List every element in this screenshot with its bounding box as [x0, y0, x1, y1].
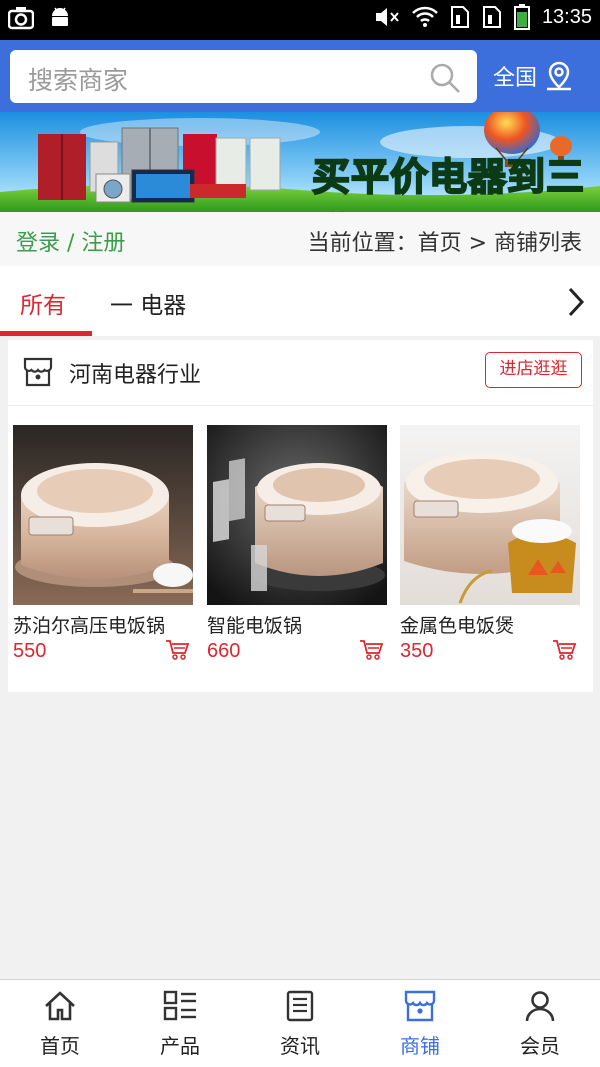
banner-title: 买平价电器到三联	[311, 154, 586, 212]
user-icon	[525, 991, 555, 1022]
product-name[interactable]: 智能电饭锅	[207, 611, 387, 638]
breadcrumb: 当前位置：首页 > 商铺列表	[307, 231, 582, 256]
chevron-right-icon[interactable]	[566, 286, 586, 318]
grid-list-icon	[163, 990, 196, 1021]
wifi-icon	[412, 6, 438, 27]
cart-icon[interactable]	[552, 639, 576, 661]
nav-products[interactable]: 产品	[120, 990, 240, 1059]
nav-home[interactable]: 首页	[0, 990, 120, 1059]
nav-label: 资讯	[280, 1034, 320, 1058]
status-bar: 13:35	[0, 0, 600, 40]
login-register-link[interactable]: 登录 / 注册	[16, 225, 125, 257]
product-card[interactable]: 苏泊尔高压电饭锅 550	[13, 425, 193, 663]
nav-label: 会员	[520, 1034, 560, 1058]
sim-card-icon	[482, 6, 501, 28]
clock: 13:35	[541, 5, 592, 28]
battery-icon	[513, 4, 530, 30]
product-name[interactable]: 苏泊尔高压电饭锅	[13, 611, 193, 638]
news-icon	[286, 990, 314, 1022]
nav-news[interactable]: 资讯	[240, 990, 360, 1059]
search-icon[interactable]	[429, 62, 461, 94]
product-name[interactable]: 金属色电饭煲	[400, 611, 580, 638]
promo-banner[interactable]: 买平价电器到三联	[0, 112, 600, 212]
nav-label: 首页	[40, 1034, 80, 1058]
store-icon	[23, 357, 53, 387]
store-icon	[404, 990, 436, 1022]
product-card[interactable]: 智能电饭锅 660	[207, 425, 387, 663]
active-tab-indicator	[0, 331, 92, 336]
product-image[interactable]	[400, 425, 580, 605]
sim-card-icon	[450, 6, 469, 28]
region-label: 全国	[493, 66, 538, 91]
search-input[interactable]: 搜索商家	[28, 61, 128, 97]
android-icon	[52, 7, 68, 26]
header: 搜索商家 全国	[0, 40, 600, 112]
nav-label: 商铺	[400, 1034, 440, 1058]
cart-icon[interactable]	[359, 639, 383, 661]
bottom-nav: 首页 产品 资讯 商铺 会员	[0, 979, 600, 1067]
mute-icon	[375, 8, 399, 26]
visit-shop-button[interactable]: 进店逛逛	[485, 352, 582, 388]
tab-appliances[interactable]: 一 电器	[110, 286, 186, 320]
region-selector[interactable]: 全国	[493, 60, 575, 92]
product-image[interactable]	[13, 425, 193, 605]
tab-all[interactable]: 所有	[20, 286, 66, 320]
location-pin-icon	[547, 61, 572, 91]
shop-card: 河南电器行业 进店逛逛 苏泊尔高压电饭锅 550 智能电饭锅 660 金属色电饭…	[8, 340, 593, 692]
camera-icon	[8, 7, 34, 30]
breadcrumb-bar: 登录 / 注册 当前位置：首页 > 商铺列表	[0, 212, 600, 266]
nav-label: 产品	[160, 1034, 200, 1058]
category-tabs: 所有 一 电器	[0, 266, 600, 336]
nav-shops[interactable]: 商铺	[360, 990, 480, 1059]
cart-icon[interactable]	[165, 639, 189, 661]
shop-header: 河南电器行业 进店逛逛	[8, 340, 593, 406]
shop-name[interactable]: 河南电器行业	[69, 357, 201, 389]
home-icon	[45, 991, 75, 1021]
search-bar[interactable]: 搜索商家	[10, 50, 477, 103]
product-card[interactable]: 金属色电饭煲 350	[400, 425, 580, 663]
product-image[interactable]	[207, 425, 387, 605]
nav-member[interactable]: 会员	[480, 990, 600, 1059]
